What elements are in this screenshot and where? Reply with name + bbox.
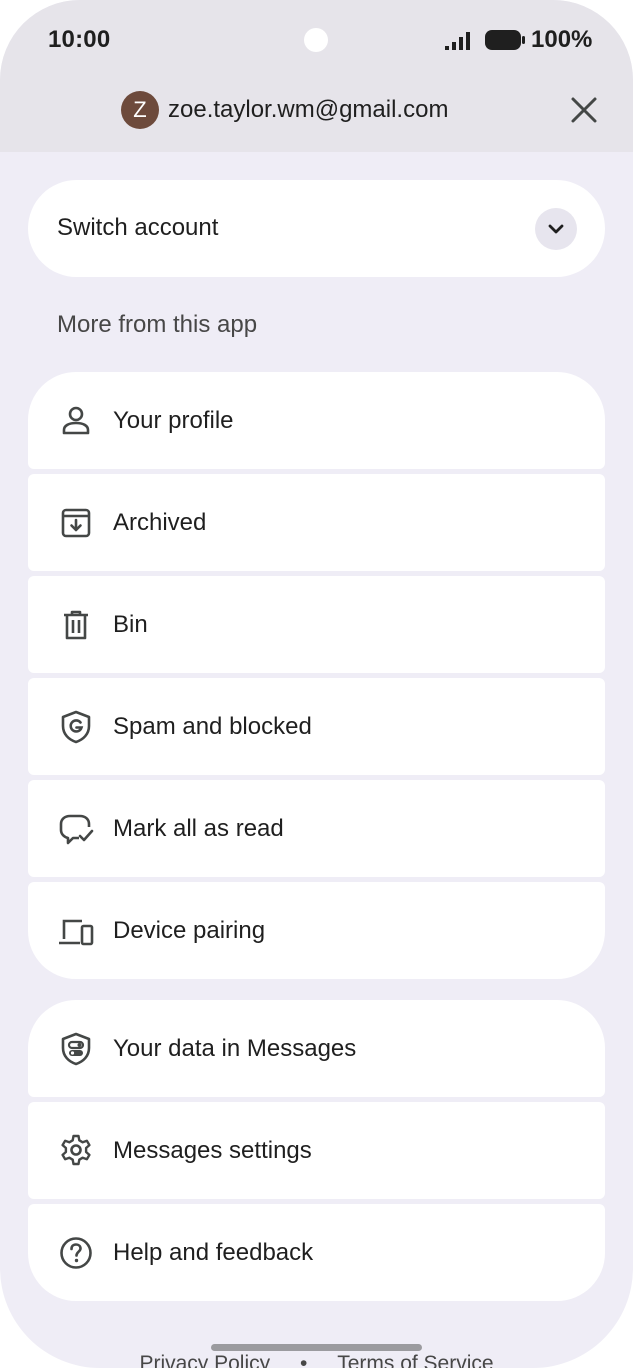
terms-of-service-link[interactable]: Terms of Service <box>337 1352 493 1368</box>
camera-cutout <box>304 28 328 52</box>
section-heading: More from this app <box>57 311 258 338</box>
trash-icon <box>64 610 88 640</box>
switch-account-button[interactable]: Switch account <box>28 180 605 277</box>
menu-item-label: Mark all as read <box>113 815 284 842</box>
menu-item-mark-all-as-read[interactable]: Mark all as read <box>28 780 605 877</box>
expand-accounts-button[interactable] <box>535 208 577 250</box>
footer-links: Privacy Policy • Terms of Service <box>0 1352 633 1368</box>
battery-percent: 100% <box>531 26 593 53</box>
battery-full-icon <box>485 30 525 50</box>
footer-separator: • <box>299 1352 308 1368</box>
menu-item-label: Messages settings <box>113 1137 312 1164</box>
menu-item-label: Device pairing <box>113 917 266 944</box>
account-header: Z zoe.taylor.wm@gmail.com <box>0 88 633 132</box>
menu-item-spam-and-blocked[interactable]: Spam and blocked <box>28 678 605 775</box>
menu-item-your-data[interactable]: Your data in Messages <box>28 1000 605 1097</box>
chat-check-icon <box>59 814 94 845</box>
menu-item-label: Archived <box>113 509 207 536</box>
devices-icon <box>59 919 94 946</box>
menu-group-app: Your profile Archived Bin Spam and block… <box>28 372 605 979</box>
shield-g-icon <box>61 710 91 744</box>
gesture-handle[interactable] <box>211 1344 422 1351</box>
menu-item-label: Your data in Messages <box>113 1035 357 1062</box>
avatar[interactable]: Z <box>121 91 159 129</box>
status-time: 10:00 <box>48 26 111 53</box>
menu-item-device-pairing[interactable]: Device pairing <box>28 882 605 979</box>
menu-item-help-and-feedback[interactable]: Help and feedback <box>28 1204 605 1301</box>
account-email: zoe.taylor.wm@gmail.com <box>168 96 449 123</box>
shield-toggle-icon <box>61 1032 91 1066</box>
close-icon[interactable] <box>566 92 602 128</box>
gear-icon <box>61 1134 91 1166</box>
menu-item-label: Your profile <box>113 407 234 434</box>
menu-item-your-profile[interactable]: Your profile <box>28 372 605 469</box>
menu-item-messages-settings[interactable]: Messages settings <box>28 1102 605 1199</box>
menu-item-archived[interactable]: Archived <box>28 474 605 571</box>
cellular-signal-icon <box>445 32 470 50</box>
menu-item-label: Spam and blocked <box>113 713 312 740</box>
chevron-down-icon <box>548 224 564 234</box>
help-icon <box>60 1237 92 1269</box>
header-panel: 10:00 100% Z zoe.taylor.wm@gmail.com <box>0 0 633 152</box>
status-bar: 10:00 100% <box>0 0 633 80</box>
menu-item-label: Bin <box>113 611 148 638</box>
privacy-policy-link[interactable]: Privacy Policy <box>139 1352 270 1368</box>
person-icon <box>62 406 90 435</box>
menu-item-bin[interactable]: Bin <box>28 576 605 673</box>
menu-group-settings: Your data in Messages Messages settings … <box>28 1000 605 1301</box>
switch-account-label: Switch account <box>57 214 219 241</box>
menu-item-label: Help and feedback <box>113 1239 314 1266</box>
phone-screen: 10:00 100% Z zoe.taylor.wm@gmail.com Swi… <box>0 0 633 1368</box>
archive-icon <box>61 508 91 538</box>
